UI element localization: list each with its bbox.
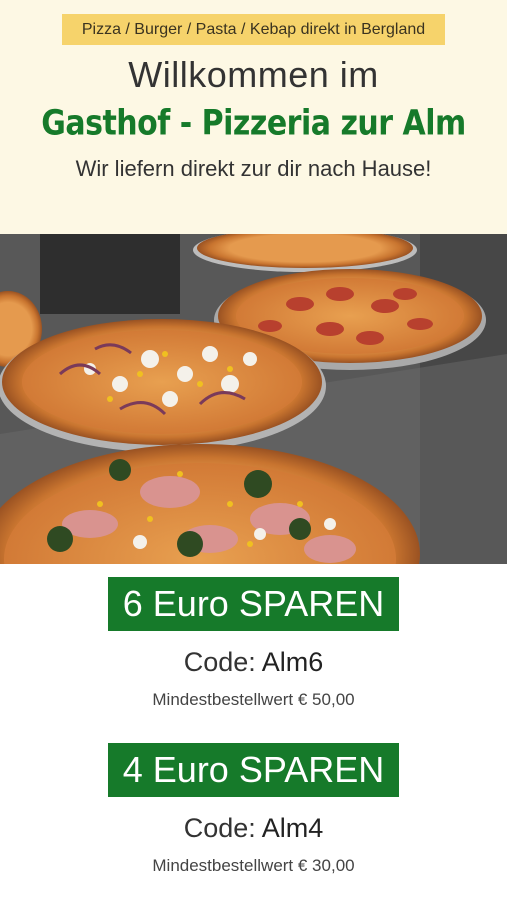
code-value: Alm6 [261, 647, 324, 677]
pizza-photo [0, 234, 507, 564]
offer-save-label: SPAREN [238, 749, 385, 790]
offer-code-line: Code: Alm4 [0, 813, 507, 844]
code-value: Alm4 [261, 813, 324, 843]
tagline-banner: Pizza / Burger / Pasta / Kebap direkt in… [62, 14, 445, 45]
offer-save-label: SPAREN [238, 583, 385, 624]
minimum-order-text: Mindestbestellwert € 50,00 [152, 690, 355, 709]
pizza-photo-illustration [0, 234, 507, 564]
brand-name: Gasthof - Pizzeria zur Alm [41, 103, 466, 144]
welcome-heading: Willkommen im [128, 54, 379, 95]
minimum-order-text: Mindestbestellwert € 30,00 [152, 856, 355, 875]
offer-banner-4-euro: 4 Euro SPAREN [108, 743, 399, 797]
offer-amount: 6 Euro [122, 583, 229, 624]
offer-code-line: Code: Alm6 [0, 647, 507, 678]
header: Pizza / Burger / Pasta / Kebap direkt in… [0, 0, 507, 234]
offer-amount: 4 Euro [122, 749, 229, 790]
offer-banner-6-euro: 6 Euro SPAREN [108, 577, 399, 631]
code-label: Code: [183, 647, 256, 677]
code-label: Code: [183, 813, 256, 843]
delivery-text: Wir liefern direkt zur dir nach Hause! [75, 156, 432, 181]
